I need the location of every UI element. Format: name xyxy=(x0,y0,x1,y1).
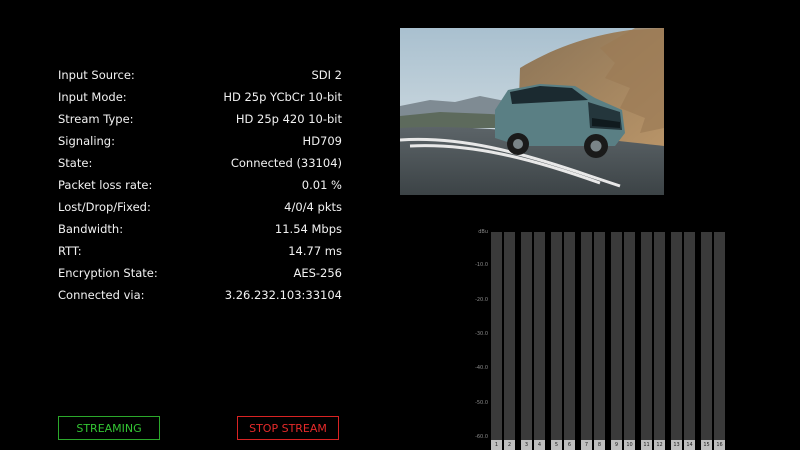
meter-channel-number: 14 xyxy=(684,440,695,450)
audio-level-meter: dBu -10.0 -20.0 -30.0 -40.0 -50.0 -60.0 … xyxy=(470,229,730,450)
meter-channel-bar xyxy=(654,232,665,440)
stat-label: Packet loss rate: xyxy=(58,178,153,192)
stat-label: Stream Type: xyxy=(58,112,134,126)
meter-channel-number: 9 xyxy=(611,440,622,450)
stat-label: Signaling: xyxy=(58,134,115,148)
meter-channel-bar xyxy=(581,232,592,440)
stat-value: 3.26.232.103:33104 xyxy=(224,288,342,302)
stat-value: 0.01 % xyxy=(301,178,342,192)
stat-value: 11.54 Mbps xyxy=(274,222,342,236)
meter-channel-bar xyxy=(564,232,575,440)
stat-row-input-mode: Input Mode: HD 25p YCbCr 10-bit xyxy=(58,86,342,108)
stat-label: Connected via: xyxy=(58,288,145,302)
meter-channel-number: 15 xyxy=(701,440,712,450)
stat-row-signaling: Signaling: HD709 xyxy=(58,130,342,152)
meter-channel-number: 6 xyxy=(564,440,575,450)
meter-channel-bar xyxy=(504,232,515,440)
video-preview-car-icon xyxy=(400,28,664,195)
meter-channel-number: 8 xyxy=(594,440,605,450)
stat-value: Connected (33104) xyxy=(230,156,342,170)
stat-row-encryption: Encryption State: AES-256 xyxy=(58,262,342,284)
stat-value: HD 25p 420 10-bit xyxy=(235,112,342,126)
meter-channel-bar xyxy=(671,232,682,440)
meter-channel-number: 1 xyxy=(491,440,502,450)
meter-channel-number: 13 xyxy=(671,440,682,450)
stat-row-connected-via: Connected via: 3.26.232.103:33104 xyxy=(58,284,342,306)
meter-channel-number: 3 xyxy=(521,440,532,450)
stat-label: State: xyxy=(58,156,93,170)
stat-row-state: State: Connected (33104) xyxy=(58,152,342,174)
stat-label: Encryption State: xyxy=(58,266,158,280)
stat-label: Input Source: xyxy=(58,68,135,82)
meter-scale-label: dBu xyxy=(478,229,488,235)
stop-stream-button[interactable]: STOP STREAM xyxy=(237,416,339,440)
stat-value: HD709 xyxy=(302,134,342,148)
meter-channel-bar xyxy=(714,232,725,440)
meter-channel-bar xyxy=(641,232,652,440)
meter-scale-label: -60.0 xyxy=(475,434,488,440)
meter-channel-bar xyxy=(594,232,605,440)
meter-scale-label: -10.0 xyxy=(475,262,488,268)
stat-label: Lost/Drop/Fixed: xyxy=(58,200,151,214)
meter-scale-label: -50.0 xyxy=(475,400,488,406)
meter-channel-number: 7 xyxy=(581,440,592,450)
stat-row-bandwidth: Bandwidth: 11.54 Mbps xyxy=(58,218,342,240)
meter-channel-bar xyxy=(684,232,695,440)
meter-channel-bar xyxy=(551,232,562,440)
meter-channel-number: 4 xyxy=(534,440,545,450)
stream-stats-panel: Input Source: SDI 2 Input Mode: HD 25p Y… xyxy=(58,64,342,306)
meter-channel-bar xyxy=(624,232,635,440)
meter-channel-bar xyxy=(534,232,545,440)
meter-channel-number: 10 xyxy=(624,440,635,450)
stat-row-lost-drop-fixed: Lost/Drop/Fixed: 4/0/4 pkts xyxy=(58,196,342,218)
stat-value: 4/0/4 pkts xyxy=(284,200,342,214)
video-preview xyxy=(400,28,664,195)
meter-channel-bar xyxy=(701,232,712,440)
meter-channel-bar xyxy=(521,232,532,440)
stat-row-input-source: Input Source: SDI 2 xyxy=(58,64,342,86)
stat-value: AES-256 xyxy=(293,266,342,280)
meter-channel-bar xyxy=(611,232,622,440)
streaming-button[interactable]: STREAMING xyxy=(58,416,160,440)
stat-row-rtt: RTT: 14.77 ms xyxy=(58,240,342,262)
stat-label: Bandwidth: xyxy=(58,222,124,236)
stat-label: RTT: xyxy=(58,244,82,258)
meter-channel-number: 2 xyxy=(504,440,515,450)
meter-scale-label: -20.0 xyxy=(475,297,488,303)
meter-channel-number: 11 xyxy=(641,440,652,450)
stat-label: Input Mode: xyxy=(58,90,127,104)
stat-row-packet-loss: Packet loss rate: 0.01 % xyxy=(58,174,342,196)
stat-value: 14.77 ms xyxy=(288,244,342,258)
meter-channel-bar xyxy=(491,232,502,440)
stat-value: HD 25p YCbCr 10-bit xyxy=(223,90,342,104)
meter-scale-label: -40.0 xyxy=(475,365,488,371)
meter-scale-label: -30.0 xyxy=(475,331,488,337)
meter-channel-number: 5 xyxy=(551,440,562,450)
stat-value: SDI 2 xyxy=(311,68,342,82)
meter-channel-number: 16 xyxy=(714,440,725,450)
meter-channel-number: 12 xyxy=(654,440,665,450)
stat-row-stream-type: Stream Type: HD 25p 420 10-bit xyxy=(58,108,342,130)
